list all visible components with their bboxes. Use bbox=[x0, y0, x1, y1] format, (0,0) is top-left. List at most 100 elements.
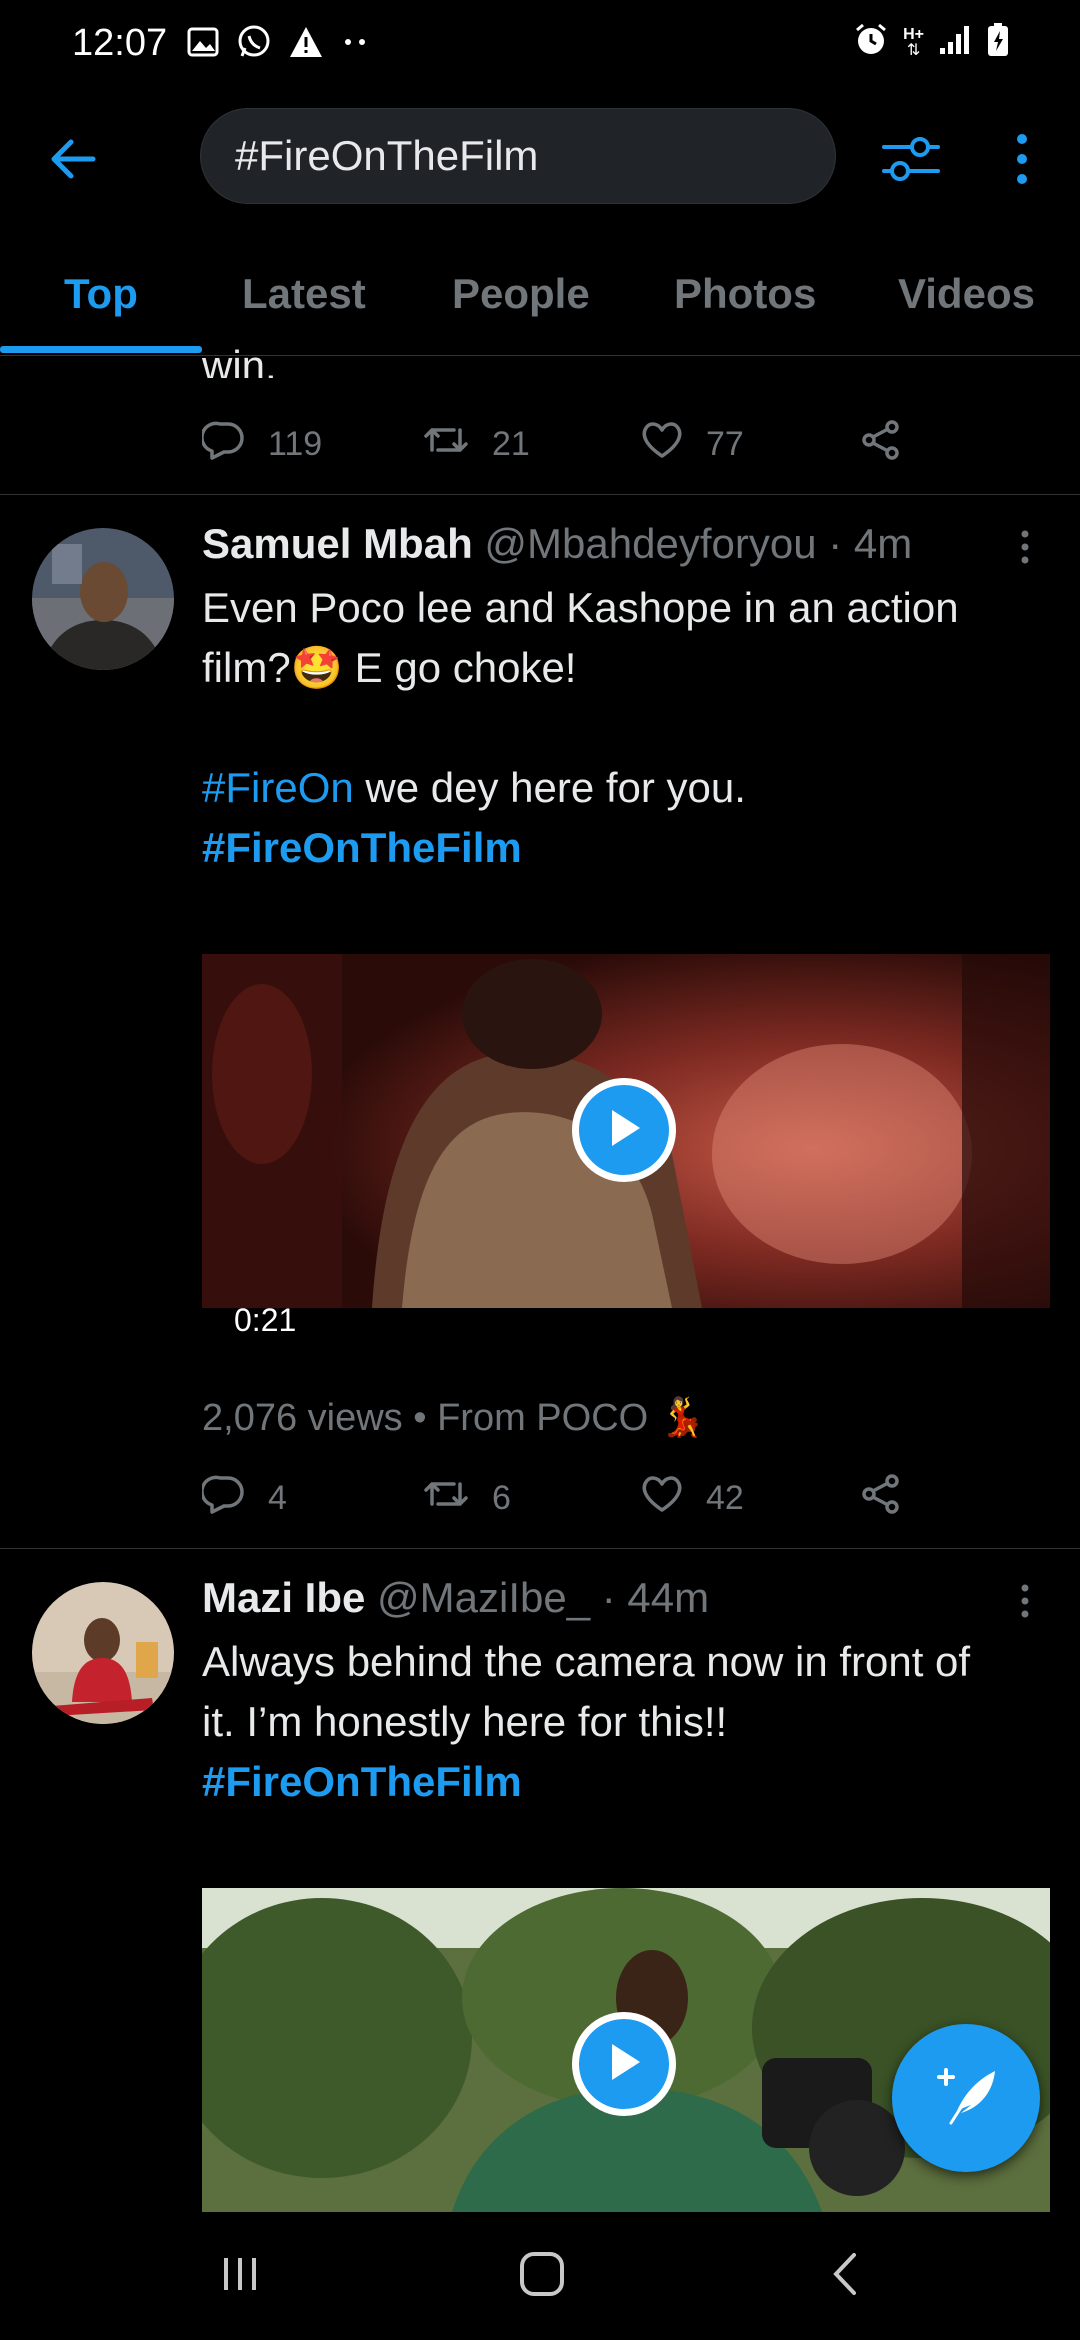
hashtag-link[interactable]: #FireOnTheFilm bbox=[202, 824, 522, 871]
status-left-icons bbox=[186, 24, 370, 65]
play-icon bbox=[604, 2040, 644, 2089]
like-button[interactable]: 42 bbox=[640, 1474, 860, 1523]
tweet-more-button[interactable] bbox=[1010, 524, 1040, 574]
battery-icon bbox=[986, 22, 1010, 63]
signal-icon bbox=[938, 24, 972, 61]
gallery-icon bbox=[186, 25, 220, 64]
reply-button[interactable]: 4 bbox=[200, 1474, 422, 1523]
system-navigation-bar bbox=[0, 2212, 1080, 2340]
reply-icon bbox=[200, 1474, 246, 1523]
compose-tweet-button[interactable] bbox=[892, 2024, 1040, 2172]
tweet-text-line: Even Poco lee and Kashope in an action bbox=[202, 584, 959, 631]
retweet-count: 21 bbox=[492, 424, 530, 463]
hashtag-link[interactable]: #FireOn bbox=[202, 764, 354, 811]
more-dots-icon bbox=[340, 32, 370, 57]
dancer-emoji: 💃 bbox=[658, 1397, 707, 1439]
share-icon bbox=[860, 419, 902, 470]
avatar[interactable] bbox=[32, 1582, 174, 1724]
tweet-text: Always behind the camera now in front of… bbox=[202, 1632, 1052, 1812]
share-button[interactable] bbox=[860, 1473, 902, 1524]
hashtag-link[interactable]: #FireOnTheFilm bbox=[202, 1758, 522, 1805]
tweet-text-fragment: film? bbox=[202, 644, 291, 691]
sliders-icon bbox=[880, 131, 942, 192]
tweet-text-fragment: E go choke! bbox=[342, 644, 577, 691]
video-duration: 0:21 bbox=[234, 1302, 297, 1338]
tweet-text-line: #FireOn we dey here for you. bbox=[202, 758, 1052, 818]
recent-apps-icon bbox=[218, 2254, 262, 2299]
compose-feather-icon bbox=[931, 2061, 1001, 2136]
tweet-text-fragment: we dey here for you. bbox=[353, 764, 746, 811]
previous-tweet-text: win. bbox=[202, 342, 277, 378]
previous-tweet-actions: 119 21 77 bbox=[200, 414, 902, 474]
share-button[interactable] bbox=[860, 419, 902, 470]
status-time: 12:07 bbox=[72, 22, 168, 64]
tweet-more-button[interactable] bbox=[1010, 1578, 1040, 1628]
vertical-dots-icon bbox=[1015, 133, 1029, 190]
tab-photos[interactable]: Photos bbox=[674, 270, 816, 318]
video-views: 2,076 views • From POCO 💃 bbox=[202, 1396, 706, 1440]
arrow-left-icon bbox=[47, 133, 99, 190]
play-button[interactable] bbox=[572, 2012, 676, 2116]
video-player[interactable] bbox=[202, 954, 1050, 1308]
tweet-text-line: Always behind the camera now in front of bbox=[202, 1638, 971, 1685]
tab-people[interactable]: People bbox=[452, 270, 590, 318]
retweet-button[interactable]: 21 bbox=[422, 420, 640, 469]
divider bbox=[0, 1548, 1080, 1549]
star-struck-emoji: 🤩 bbox=[290, 644, 343, 691]
divider bbox=[0, 494, 1080, 495]
network-type-label: H+ bbox=[903, 25, 924, 43]
tweet-header: Samuel Mbah @Mbahdeyforyou · 4m bbox=[202, 520, 912, 568]
tweet-actions: 4 6 42 bbox=[200, 1468, 902, 1528]
play-button[interactable] bbox=[572, 1078, 676, 1182]
reply-button[interactable]: 119 bbox=[200, 420, 422, 469]
tab-videos[interactable]: Videos bbox=[898, 270, 1035, 318]
retweet-icon bbox=[422, 420, 470, 469]
like-count: 42 bbox=[706, 1478, 744, 1517]
alarm-icon bbox=[853, 22, 889, 63]
heart-icon bbox=[640, 420, 684, 469]
retweet-button[interactable]: 6 bbox=[422, 1474, 640, 1523]
retweet-count: 6 bbox=[492, 1478, 511, 1517]
author-handle[interactable]: @MaziIbe_ bbox=[377, 1574, 590, 1621]
like-count: 77 bbox=[706, 424, 744, 463]
like-button[interactable]: 77 bbox=[640, 420, 860, 469]
tweet-text: Even Poco lee and Kashope in an action f… bbox=[202, 578, 1052, 878]
reply-count: 119 bbox=[268, 424, 323, 463]
tweet-timestamp: · 4m bbox=[828, 520, 913, 567]
views-text: 2,076 views • From POCO bbox=[202, 1397, 659, 1439]
avatar[interactable] bbox=[32, 528, 174, 670]
recent-apps-button[interactable] bbox=[200, 2246, 280, 2306]
home-icon bbox=[518, 2250, 566, 2303]
tweet-header: Mazi Ibe @MaziIbe_ · 44m bbox=[202, 1574, 709, 1622]
share-icon bbox=[860, 1473, 902, 1524]
retweet-icon bbox=[422, 1474, 470, 1523]
search-input[interactable]: #FireOnTheFilm bbox=[200, 108, 836, 204]
heart-icon bbox=[640, 1474, 684, 1523]
app-bar: #FireOnTheFilm bbox=[0, 90, 1080, 220]
more-options-button[interactable] bbox=[1000, 126, 1044, 196]
whatsapp-icon bbox=[236, 24, 272, 65]
back-button[interactable] bbox=[38, 126, 108, 196]
network-type-icon: H+ ⇅ bbox=[903, 25, 924, 59]
vertical-dots-icon bbox=[1020, 530, 1030, 569]
search-query: #FireOnTheFilm bbox=[235, 132, 539, 179]
reply-icon bbox=[200, 420, 246, 469]
home-button[interactable] bbox=[502, 2246, 582, 2306]
back-nav-button[interactable] bbox=[804, 2246, 884, 2306]
author-handle[interactable]: @Mbahdeyforyou bbox=[484, 520, 816, 567]
tweet-text-line: film?🤩 E go choke! bbox=[202, 638, 1052, 698]
tab-top[interactable]: Top bbox=[64, 270, 138, 318]
search-tabs: Top Latest People Photos Videos bbox=[0, 240, 1080, 356]
status-right-icons: H+ ⇅ bbox=[853, 22, 1010, 63]
active-tab-indicator bbox=[0, 346, 202, 353]
author-name[interactable]: Samuel Mbah bbox=[202, 520, 473, 567]
tab-latest[interactable]: Latest bbox=[242, 270, 366, 318]
tweet-timestamp: · 44m bbox=[601, 1574, 710, 1621]
chevron-left-icon bbox=[828, 2251, 860, 2302]
search-filter-button[interactable] bbox=[876, 126, 946, 196]
status-bar: 12:07 H+ ⇅ bbox=[0, 0, 1080, 90]
warning-icon bbox=[288, 25, 324, 64]
tweet-text-line: it. I’m honestly here for this!! bbox=[202, 1698, 728, 1745]
author-name[interactable]: Mazi Ibe bbox=[202, 1574, 365, 1621]
reply-count: 4 bbox=[268, 1478, 287, 1517]
